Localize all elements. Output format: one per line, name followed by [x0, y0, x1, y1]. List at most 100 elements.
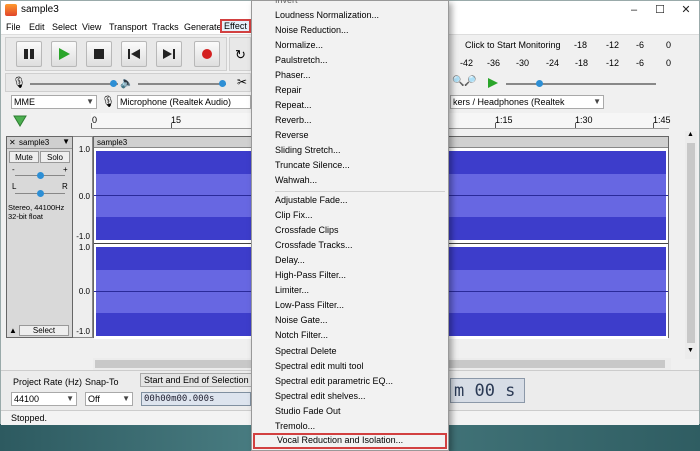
menu-tracks[interactable]: Tracks	[150, 21, 181, 33]
track-header: ✕ sample3 ▼	[7, 137, 72, 149]
project-rate-label: Project Rate (Hz)	[13, 377, 83, 387]
menu-item[interactable]: Studio Fade Out	[253, 404, 447, 419]
snap-to-select[interactable]: Off ▼	[85, 392, 133, 406]
track-name-menu[interactable]: sample3	[19, 138, 49, 147]
menu-item[interactable]: Repair	[253, 83, 447, 98]
slider-knob[interactable]	[536, 80, 543, 87]
vertical-scrollbar[interactable]: ▲ ▼	[685, 131, 697, 359]
audio-position-display[interactable]: m 00 s	[450, 378, 525, 403]
menu-item-invert[interactable]: Invert	[253, 0, 447, 8]
menu-item[interactable]: Limiter...	[253, 283, 447, 298]
meter-tick: -30	[516, 58, 530, 68]
menu-item[interactable]: Reverse	[253, 128, 447, 143]
snap-to-label: Snap-To	[85, 377, 119, 387]
menu-item-vocal-reduction[interactable]: Vocal Reduction and Isolation...	[253, 433, 447, 449]
menu-effect[interactable]: Effect	[220, 19, 251, 33]
pin-icon[interactable]	[13, 115, 27, 127]
axis-label: -1.0	[76, 232, 90, 241]
stop-button[interactable]	[86, 41, 112, 67]
ruler-tick	[495, 123, 496, 128]
slider-knob[interactable]	[37, 190, 44, 197]
menu-item[interactable]: Noise Gate...	[253, 313, 447, 328]
scroll-down-icon[interactable]: ▼	[687, 347, 694, 354]
minimize-icon[interactable]: –	[621, 1, 647, 19]
record-volume-slider[interactable]	[30, 83, 118, 85]
menu-item[interactable]: Crossfade Clips	[253, 223, 447, 238]
menu-item[interactable]: Normalize...	[253, 38, 447, 53]
gain-min-label: -	[12, 165, 15, 174]
menu-item[interactable]: Adjustable Fade...	[253, 193, 447, 208]
record-meter[interactable]: Click to Start Monitoring -18 -12 -6 0	[450, 37, 699, 53]
play-button[interactable]	[51, 41, 77, 67]
ruler-tick	[171, 123, 172, 128]
playback-volume-slider[interactable]	[138, 83, 226, 85]
select-button[interactable]: Select	[19, 325, 69, 336]
audio-host-select[interactable]: MME ▼	[11, 95, 97, 109]
selection-start-time[interactable]: 00h00m00.000s	[141, 392, 251, 406]
recording-device-select[interactable]: Microphone (Realtek Audio)	[117, 95, 251, 109]
slider-knob[interactable]	[110, 80, 117, 87]
selection-mode-select[interactable]: Start and End of Selection	[140, 373, 252, 387]
menu-item[interactable]: Repeat...	[253, 98, 447, 113]
zoom-toggle-icon[interactable]: 🔎	[464, 76, 476, 87]
mute-button[interactable]: Mute	[9, 151, 39, 163]
solo-button[interactable]: Solo	[40, 151, 70, 163]
playback-device-select[interactable]: kers / Headphones (Realtek ▼	[450, 95, 604, 109]
skip-end-button[interactable]	[156, 41, 182, 67]
slider-knob[interactable]	[219, 80, 226, 87]
menu-item[interactable]: High-Pass Filter...	[253, 268, 447, 283]
menu-item[interactable]: Wahwah...	[253, 173, 447, 188]
menu-edit[interactable]: Edit	[27, 21, 47, 33]
menu-item[interactable]: Spectral edit parametric EQ...	[253, 374, 447, 389]
slider-knob[interactable]	[37, 172, 44, 179]
menu-transport[interactable]: Transport	[107, 21, 149, 33]
meter-tick: -6	[636, 40, 645, 50]
skip-end-icon	[163, 49, 175, 59]
skip-start-button[interactable]	[121, 41, 147, 67]
menu-item[interactable]: Sliding Stretch...	[253, 143, 447, 158]
menu-item[interactable]: Truncate Silence...	[253, 158, 447, 173]
monitor-text[interactable]: Click to Start Monitoring	[465, 40, 561, 50]
menu-view[interactable]: View	[80, 21, 103, 33]
meter-tick: -24	[546, 58, 560, 68]
maximize-icon[interactable]: ☐	[647, 1, 673, 19]
menu-item[interactable]: Crossfade Tracks...	[253, 238, 447, 253]
menu-item[interactable]: Phaser...	[253, 68, 447, 83]
menu-item[interactable]: Spectral edit shelves...	[253, 389, 447, 404]
menu-file[interactable]: File	[4, 21, 23, 33]
menu-item[interactable]: Noise Reduction...	[253, 23, 447, 38]
snap-to-value: Off	[88, 394, 100, 404]
record-button[interactable]	[194, 41, 220, 67]
playback-meter[interactable]: -42 -36 -30 -24 -18 -12 -6 0	[450, 55, 699, 71]
track-close-button[interactable]: ✕	[9, 138, 16, 147]
zoom-icon[interactable]: 🔍	[452, 76, 464, 87]
menu-generate[interactable]: Generate	[182, 21, 224, 33]
menu-item[interactable]: Paulstretch...	[253, 53, 447, 68]
ruler-tick	[653, 123, 654, 128]
menu-item[interactable]: Loudness Normalization...	[253, 8, 447, 23]
chevron-down-icon[interactable]: ▼	[62, 137, 70, 146]
scrollbar-thumb[interactable]	[687, 143, 695, 343]
menu-item[interactable]: Notch Filter...	[253, 328, 447, 343]
menu-item[interactable]: Delay...	[253, 253, 447, 268]
ruler-label: 1:15	[495, 115, 513, 125]
menu-item[interactable]: Spectral Delete	[253, 344, 447, 359]
playback-device-value: kers / Headphones (Realtek	[453, 97, 565, 107]
play-at-speed-icon[interactable]	[487, 77, 499, 89]
loop-icon[interactable]: ↻	[235, 47, 246, 63]
close-icon[interactable]: ✕	[673, 1, 699, 19]
menu-item[interactable]: Tremolo...	[253, 419, 447, 434]
pause-button[interactable]	[16, 41, 42, 67]
scissors-icon[interactable]: ✂	[237, 75, 247, 89]
project-rate-select[interactable]: 44100 ▼	[11, 392, 77, 406]
menu-item[interactable]: Clip Fix...	[253, 208, 447, 223]
speed-slider[interactable]	[506, 83, 656, 85]
skip-start-icon	[128, 49, 140, 59]
scroll-up-icon[interactable]: ▲	[687, 131, 694, 138]
collapse-icon[interactable]: ▲	[9, 326, 17, 335]
menu-item[interactable]: Low-Pass Filter...	[253, 298, 447, 313]
menu-select[interactable]: Select	[50, 21, 79, 33]
menu-item[interactable]: Spectral edit multi tool	[253, 359, 447, 374]
ruler-label: 1:45	[653, 115, 671, 125]
menu-item[interactable]: Reverb...	[253, 113, 447, 128]
